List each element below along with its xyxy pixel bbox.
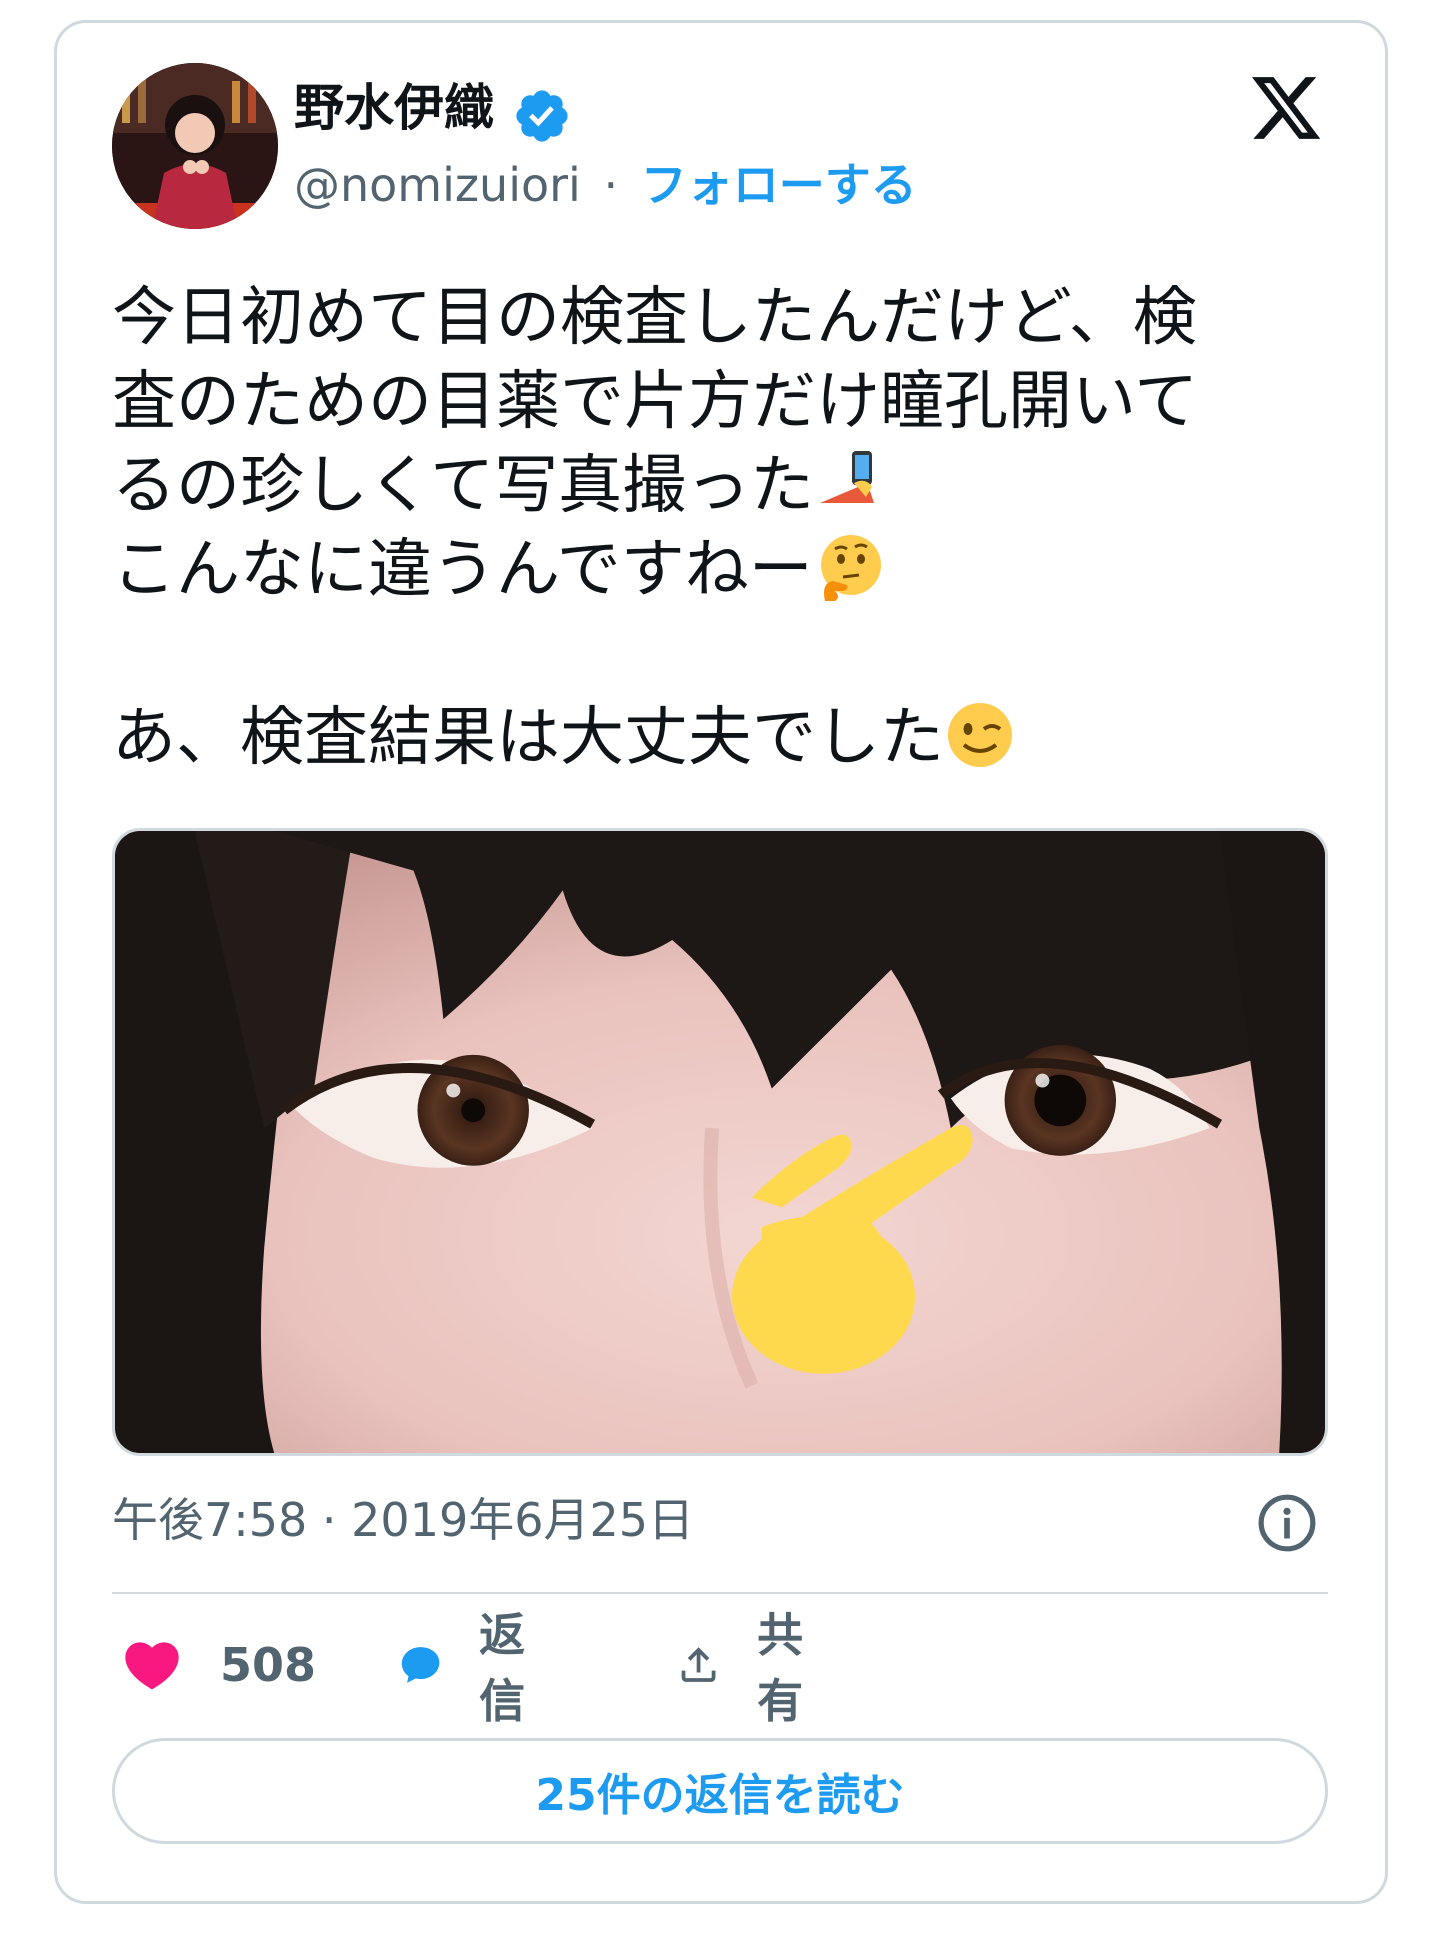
avatar[interactable] <box>112 63 278 229</box>
tweet-line-5: あ、検査結果は大丈夫でした <box>112 701 944 775</box>
follow-button[interactable]: フォローする <box>641 158 917 212</box>
divider <box>112 1592 1328 1594</box>
display-name[interactable]: 野水伊織 <box>294 78 494 138</box>
read-replies-button[interactable]: 25件の返信を読む <box>112 1738 1328 1844</box>
reply-label: 返信 <box>479 1608 526 1728</box>
info-icon[interactable] <box>1256 1492 1318 1554</box>
thinking-face-emoji-icon <box>820 535 881 601</box>
tweet-line-4: こんなに違うんですねー <box>112 533 813 607</box>
winking-face-emoji-icon <box>948 703 1012 767</box>
reply-button[interactable]: 返信 <box>398 1608 544 1728</box>
x-logo-icon[interactable] <box>1248 70 1324 146</box>
handle-row: @nomizuiori · フォローする <box>294 155 917 215</box>
separator-dot: · <box>603 158 619 212</box>
tweet-timestamp[interactable]: 午後7:58 · 2019年6月25日 <box>112 1490 694 1550</box>
handle[interactable]: @nomizuiori <box>294 158 581 212</box>
tweet-photo[interactable] <box>112 828 1328 1456</box>
tweet-text: 今日初めて目の検査したんだけど、検 査のための目薬で片方だけ瞳孔開いて るの珍し… <box>112 276 1342 780</box>
share-button[interactable]: 共有 <box>676 1608 822 1728</box>
like-button[interactable]: 508 <box>120 1630 316 1700</box>
verified-badge-icon <box>516 90 568 142</box>
tweet-line-2: 査のための目薬で片方だけ瞳孔開いて <box>112 365 1199 439</box>
heart-icon <box>125 1642 179 1690</box>
tweet-line-1: 今日初めて目の検査したんだけど、検 <box>112 281 1197 355</box>
share-icon <box>681 1647 716 1682</box>
share-label: 共有 <box>757 1608 804 1728</box>
reply-bubble-icon <box>401 1647 440 1683</box>
tweet-line-3: るの珍しくて写真撮った <box>112 449 815 523</box>
selfie-emoji-icon <box>820 451 875 503</box>
like-count: 508 <box>220 1638 317 1692</box>
